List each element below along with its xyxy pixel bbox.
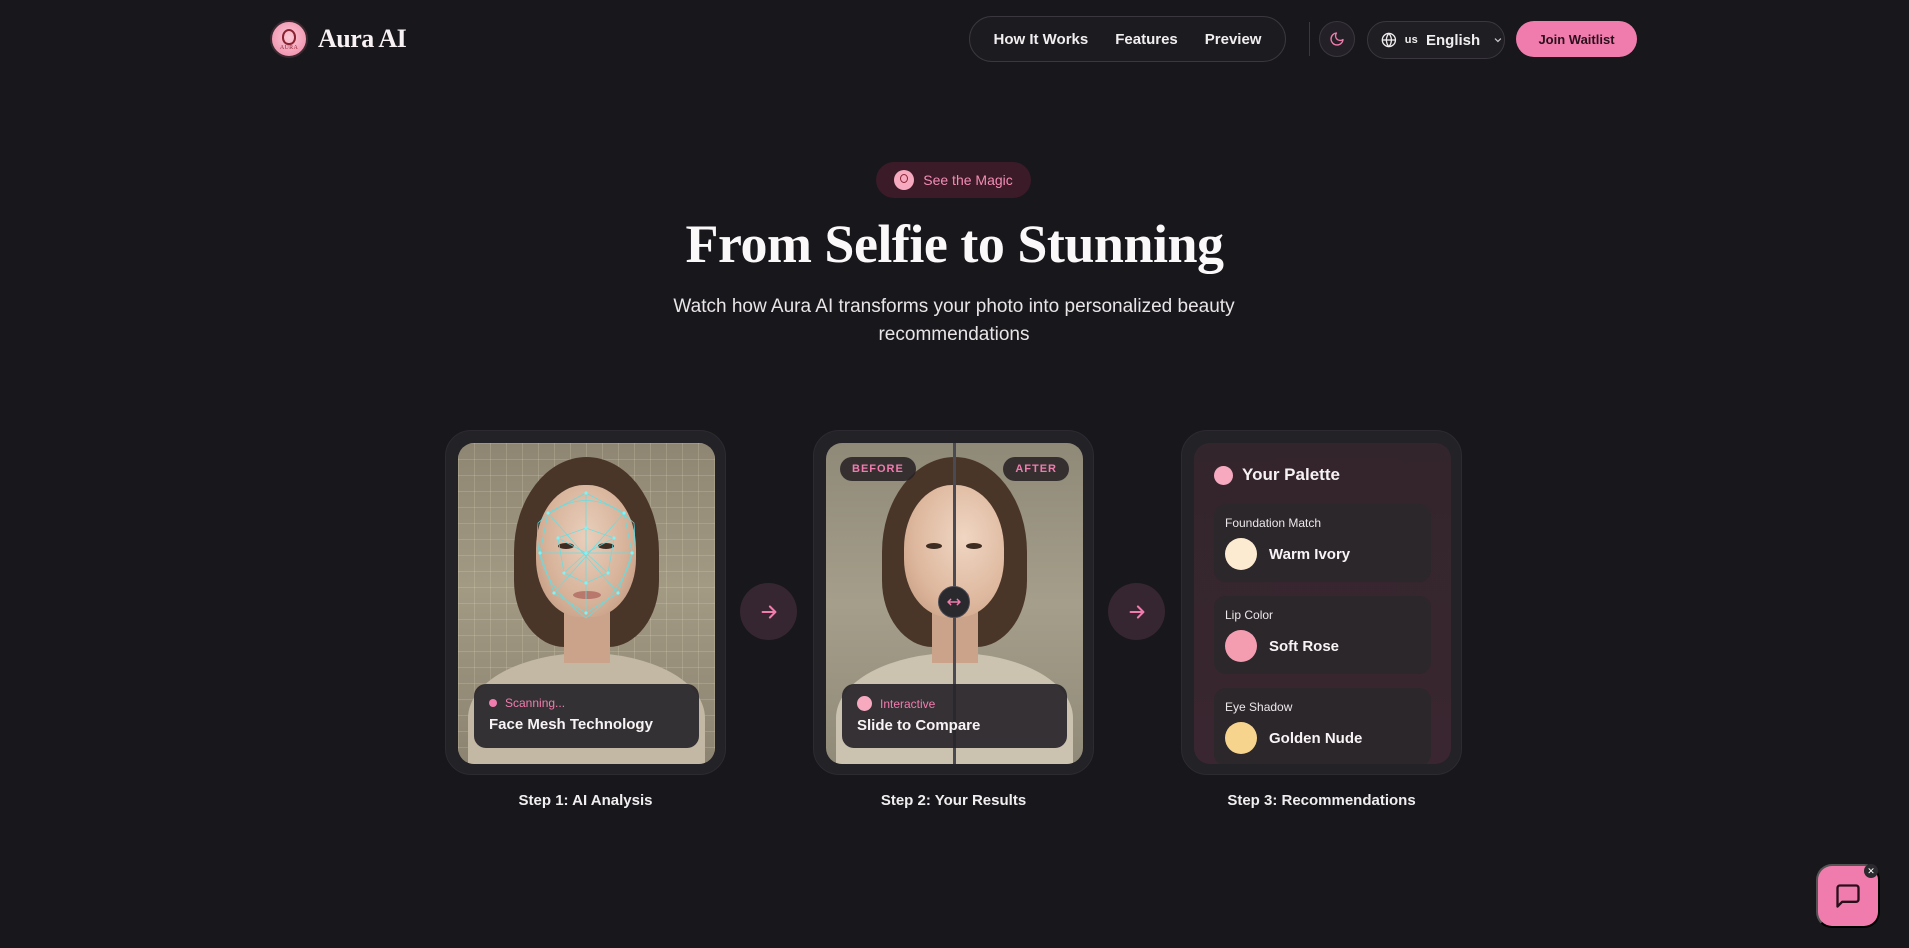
badge-label: See the Magic [923, 172, 1013, 188]
join-waitlist-button[interactable]: Join Waitlist [1516, 21, 1637, 57]
nav-link-how-it-works[interactable]: How It Works [994, 31, 1089, 48]
moon-icon [1330, 32, 1344, 46]
language-label: English [1426, 31, 1481, 49]
brand-logo[interactable]: AURA Aura AI [270, 20, 407, 58]
analysis-photo: Scanning... Face Mesh Technology [458, 443, 715, 764]
language-flag: us [1404, 34, 1419, 46]
brand-name: Aura AI [318, 24, 407, 53]
color-swatch [1225, 722, 1257, 754]
arrow-right-icon [1108, 583, 1165, 640]
palette-item-eye-shadow: Eye Shadow Golden Nude [1214, 688, 1431, 764]
analysis-status-card: Scanning... Face Mesh Technology [474, 684, 699, 748]
results-status-card: Interactive Slide to Compare [842, 684, 1067, 748]
section-subtitle: Watch how Aura AI transforms your photo … [673, 296, 1235, 345]
main-nav: How It Works Features Preview [969, 16, 1286, 62]
aura-badge-icon [894, 170, 915, 190]
step-card-recommendations: Your Palette Foundation Match Warm Ivory… [1181, 430, 1462, 775]
before-tag: BEFORE [840, 457, 916, 481]
color-swatch [1225, 630, 1257, 662]
step-label-2: Step 2: Your Results [880, 792, 1027, 809]
arrow-right-icon [740, 583, 797, 640]
language-selector[interactable]: us English [1367, 21, 1505, 59]
close-icon[interactable]: ✕ [1864, 864, 1878, 878]
results-title: Slide to Compare [857, 717, 981, 734]
section-badge: See the Magic [876, 162, 1031, 198]
step-label-3: Step 3: Recommendations [1227, 792, 1416, 809]
step-card-results: BEFORE AFTER Interactive Slide to Compar… [813, 430, 1094, 775]
after-tag: AFTER [1003, 457, 1069, 481]
palette-item-lip-color: Lip Color Soft Rose [1214, 596, 1431, 674]
slider-handle[interactable] [938, 586, 970, 618]
top-navigation: AURA Aura AI How It Works Features Previ… [0, 0, 1909, 78]
color-swatch [1225, 538, 1257, 570]
nav-divider [1309, 22, 1310, 56]
section-title: From Selfie to Stunning [685, 214, 1224, 274]
nav-link-preview[interactable]: Preview [1205, 31, 1262, 48]
palette-panel: Your Palette Foundation Match Warm Ivory… [1194, 443, 1451, 764]
aura-mini-icon [857, 696, 872, 711]
analysis-title: Face Mesh Technology [489, 716, 653, 733]
chat-bubble-icon [1836, 884, 1860, 908]
globe-icon [1381, 32, 1397, 48]
aura-mini-icon [1214, 465, 1233, 485]
chevron-down-icon [1494, 38, 1502, 43]
face-mesh-overlay [537, 491, 635, 619]
status-dot-icon [489, 699, 497, 707]
before-after-slider[interactable]: BEFORE AFTER Interactive Slide to Compar… [826, 443, 1083, 764]
aura-logo-icon: AURA [270, 20, 308, 58]
theme-toggle-button[interactable] [1319, 21, 1355, 57]
palette-title: Your Palette [1242, 465, 1340, 484]
step-card-analysis: Scanning... Face Mesh Technology [445, 430, 726, 775]
palette-item-foundation: Foundation Match Warm Ivory [1214, 504, 1431, 582]
nav-link-features[interactable]: Features [1115, 31, 1178, 48]
resize-horizontal-icon [947, 598, 961, 606]
interactive-status: Interactive [880, 696, 936, 711]
scan-status: Scanning... [505, 696, 566, 710]
step-label-1: Step 1: AI Analysis [518, 792, 653, 809]
